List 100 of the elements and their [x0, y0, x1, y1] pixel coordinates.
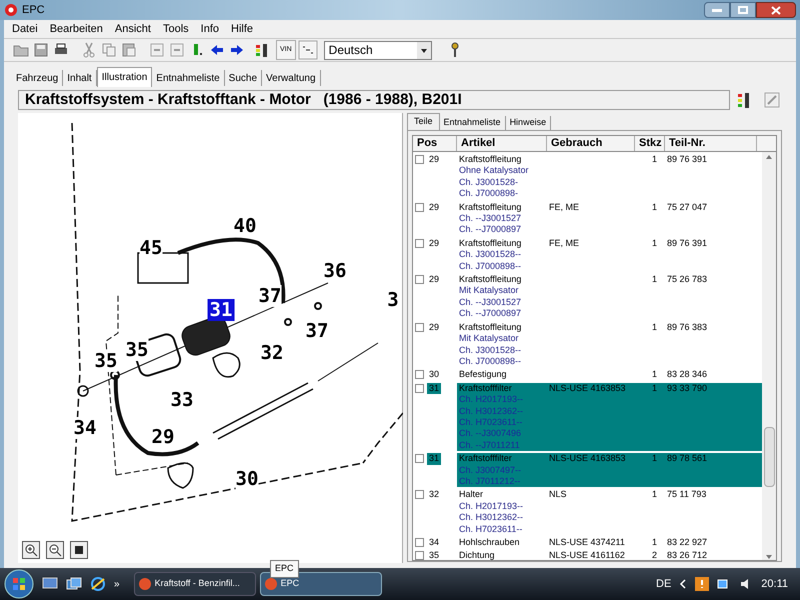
tab[interactable]: Illustration: [96, 67, 152, 87]
taskbar-button[interactable]: Kraftstoff - Benzinfil...: [134, 572, 256, 596]
table-cell-text: 29: [428, 154, 440, 166]
menu-item[interactable]: Tools: [162, 20, 189, 38]
edit-note-icon[interactable]: [762, 90, 782, 110]
menu-item[interactable]: Datei: [12, 20, 38, 38]
app-logo-icon: [4, 3, 18, 17]
table-cell-text: Ch. H3012362--: [459, 406, 524, 417]
checkbox[interactable]: [415, 155, 424, 164]
close-icon: [771, 6, 781, 14]
menu-item[interactable]: Hilfe: [231, 20, 254, 38]
table-cell-text: Befestigung: [459, 369, 508, 381]
column-header[interactable]: Stkz: [635, 136, 665, 151]
checkbox[interactable]: [415, 454, 424, 464]
menu-item[interactable]: Ansicht: [114, 20, 151, 38]
table-cell-text: 29: [428, 202, 440, 214]
column-header[interactable]: Teil-Nr.: [665, 136, 757, 151]
table-cell-text: 30: [428, 369, 440, 381]
tooltip: EPC: [270, 560, 299, 578]
clock[interactable]: 20:11: [761, 576, 788, 592]
maximize-button[interactable]: [730, 2, 756, 18]
scroll-thumb[interactable]: [764, 426, 774, 487]
checkbox[interactable]: [415, 551, 424, 560]
table-cell-text: 29: [428, 322, 440, 334]
callout-label[interactable]: 35: [94, 350, 118, 372]
checkbox[interactable]: [415, 538, 424, 547]
selected-row-highlight[interactable]: Kraftstofffilter Ch. H2017193-- Ch. H3012362-- Ch. H7023611-- Ch. --J3007496 Ch. --J7011211 NLS-USE 4163853 1 93 33 790: [457, 382, 762, 452]
language-dropdown[interactable]: Deutsch: [324, 40, 432, 60]
table-cell-text: Hohlschrauben: [459, 537, 521, 548]
table-cell-text: Ch. H2017193--: [459, 500, 524, 512]
checkbox[interactable]: [415, 275, 424, 284]
column-header[interactable]: Artikel: [457, 136, 547, 151]
copy-icon[interactable]: [100, 41, 118, 59]
table-cell: 1: [652, 369, 657, 380]
table-cell: 75 27 047: [667, 202, 708, 212]
scrollbar[interactable]: [762, 152, 776, 560]
callout-label[interactable]: 35: [126, 339, 148, 361]
checkbox[interactable]: [415, 370, 424, 380]
table-cell: NLS-USE 4161162: [549, 550, 625, 560]
table-cell: 1: [652, 202, 657, 212]
table-cell-text: Kraftstoffleitung: [459, 202, 522, 214]
input-language[interactable]: DE: [656, 576, 672, 592]
zoom-in-icon[interactable]: [22, 541, 40, 559]
scroll-up-arrow-icon[interactable]: [765, 154, 773, 160]
tab[interactable]: Verwaltung: [262, 70, 321, 86]
scroll-down-arrow-icon[interactable]: [765, 554, 773, 560]
minimize-button[interactable]: [704, 2, 730, 18]
table-cell: 2: [652, 550, 657, 560]
tab[interactable]: Teile: [407, 113, 440, 130]
maximize-icon: [738, 6, 748, 14]
quick-launch-overflow[interactable]: »: [114, 576, 120, 592]
selected-row-highlight[interactable]: Kraftstofffilter Ch. J3007497-- Ch. J7011212-- NLS-USE 4163853 1 89 78 561: [457, 453, 762, 488]
table-cell-text: Ch. J7011212--: [459, 476, 522, 488]
chevron-left-icon[interactable]: [679, 579, 688, 589]
start-orb-icon[interactable]: [4, 569, 34, 599]
table-cell: 89 76 383: [667, 322, 708, 332]
tab[interactable]: Suche: [224, 70, 262, 86]
table-cell: 83 28 346: [667, 369, 708, 380]
table-cell: FE, ME: [549, 238, 580, 248]
paste-icon[interactable]: [120, 41, 138, 59]
table-cell: NLS-USE 4374211: [549, 537, 625, 547]
table-cell: 1: [652, 322, 657, 332]
table-cell-text: Ch. --J3001527: [459, 296, 522, 308]
table-cell-text: 34: [428, 537, 440, 548]
checkbox[interactable]: [415, 322, 424, 332]
browser-icon[interactable]: [90, 576, 106, 592]
close-button[interactable]: [756, 2, 796, 18]
table-cell-text: Dichtung: [459, 550, 496, 560]
checkbox[interactable]: [415, 202, 424, 212]
warning-icon[interactable]: [695, 577, 710, 591]
app-icon: [264, 578, 277, 590]
tab[interactable]: Entnahmeliste: [152, 70, 225, 86]
callout-label[interactable]: 37: [258, 285, 282, 307]
table-cell-text: Ch. J7000898--: [459, 260, 522, 272]
callout-label[interactable]: 31: [208, 299, 234, 321]
table-cell-text: Ohne Katalysator: [459, 165, 530, 177]
zoom-out-icon[interactable]: [46, 541, 64, 559]
table-cell-text: Kraftstoffleitung: [459, 274, 522, 286]
table-cell: 89 76 391: [667, 154, 708, 164]
tab[interactable]: Fahrzeug: [12, 70, 64, 86]
callout-label[interactable]: 34: [74, 417, 96, 439]
window-switch-icon[interactable]: [66, 577, 82, 591]
table-cell: 83 22 927: [667, 537, 708, 547]
minimize-icon: [712, 8, 722, 12]
save-icon[interactable]: [32, 41, 50, 59]
checkbox[interactable]: [415, 384, 424, 393]
menu-item[interactable]: Info: [200, 20, 220, 38]
menu-item[interactable]: Bearbeiten: [50, 20, 103, 38]
desktop-icon[interactable]: [42, 577, 58, 591]
table-cell: 75 26 783: [667, 274, 708, 284]
column-header[interactable]: Pos: [413, 136, 457, 151]
checkbox[interactable]: [415, 238, 424, 248]
fit-view-icon[interactable]: [70, 541, 88, 559]
table-cell-text: 29: [428, 238, 440, 250]
callout-label[interactable]: 30: [236, 468, 258, 490]
taskbar-button[interactable]: EPC: [260, 572, 382, 596]
checkbox[interactable]: [415, 490, 424, 500]
table-cell-text: 35: [428, 550, 440, 560]
column-header[interactable]: Gebrauch: [547, 136, 635, 151]
table-cell: FE, ME: [549, 202, 580, 212]
